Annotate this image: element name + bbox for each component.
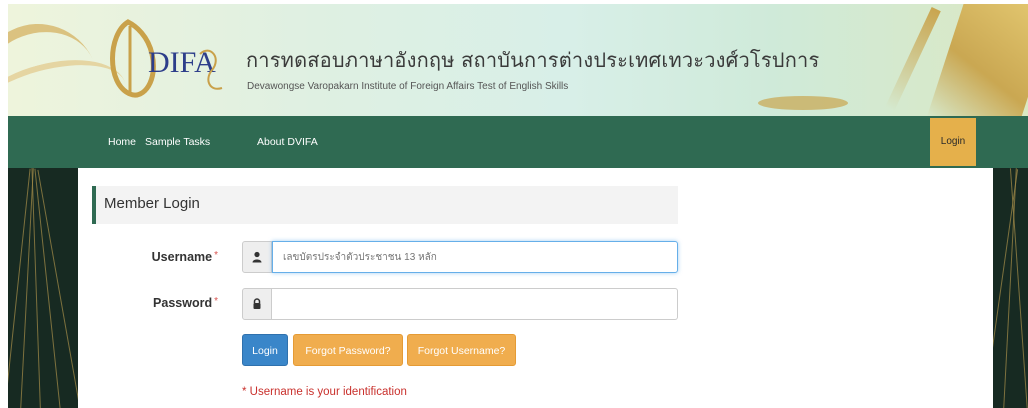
- forgot-password-button[interactable]: Forgot Password?: [293, 334, 403, 366]
- forgot-username-button[interactable]: Forgot Username?: [407, 334, 516, 366]
- login-page: DIFA การทดสอบภาษาอังกฤษ สถาบันการต่างประ…: [8, 4, 1028, 408]
- nav-sample-tasks[interactable]: Sample Tasks: [145, 116, 210, 168]
- main-nav: Home Sample Tasks About DVIFA Login: [8, 116, 1028, 168]
- password-label: Password *: [153, 296, 218, 310]
- decorative-swoosh: [885, 7, 941, 111]
- username-help-text: * Username is your identification: [242, 386, 407, 398]
- login-form-container: Member Login Username* Password* Login F…: [78, 168, 993, 408]
- password-input[interactable]: [272, 288, 678, 320]
- decorative-side-right: [993, 168, 1028, 408]
- user-icon: [242, 241, 272, 273]
- member-login-heading: Member Login: [92, 186, 678, 224]
- username-label: Username *: [151, 250, 218, 264]
- lock-icon: [242, 288, 272, 320]
- required-mark: *: [214, 296, 218, 307]
- login-button[interactable]: Login: [242, 334, 288, 366]
- decorative-side-left: [8, 168, 78, 408]
- site-title-thai: การทดสอบภาษาอังกฤษ สถาบันการต่างประเทศเท…: [246, 48, 820, 72]
- decorative-swoosh: [927, 4, 1028, 116]
- nav-about-dvifa[interactable]: About DVIFA: [257, 116, 318, 168]
- header-banner: DIFA การทดสอบภาษาอังกฤษ สถาบันการต่างประ…: [8, 4, 1028, 116]
- site-subtitle-english: Devawongse Varopakarn Institute of Forei…: [247, 81, 569, 92]
- dvifa-logo[interactable]: DIFA: [100, 14, 230, 106]
- nav-home[interactable]: Home: [108, 116, 136, 168]
- panel-title-text: Member Login: [104, 195, 200, 212]
- nav-login-tab[interactable]: Login: [930, 118, 976, 166]
- required-mark: *: [214, 250, 218, 261]
- decorative-swoosh: [758, 96, 848, 110]
- username-input[interactable]: [272, 241, 678, 273]
